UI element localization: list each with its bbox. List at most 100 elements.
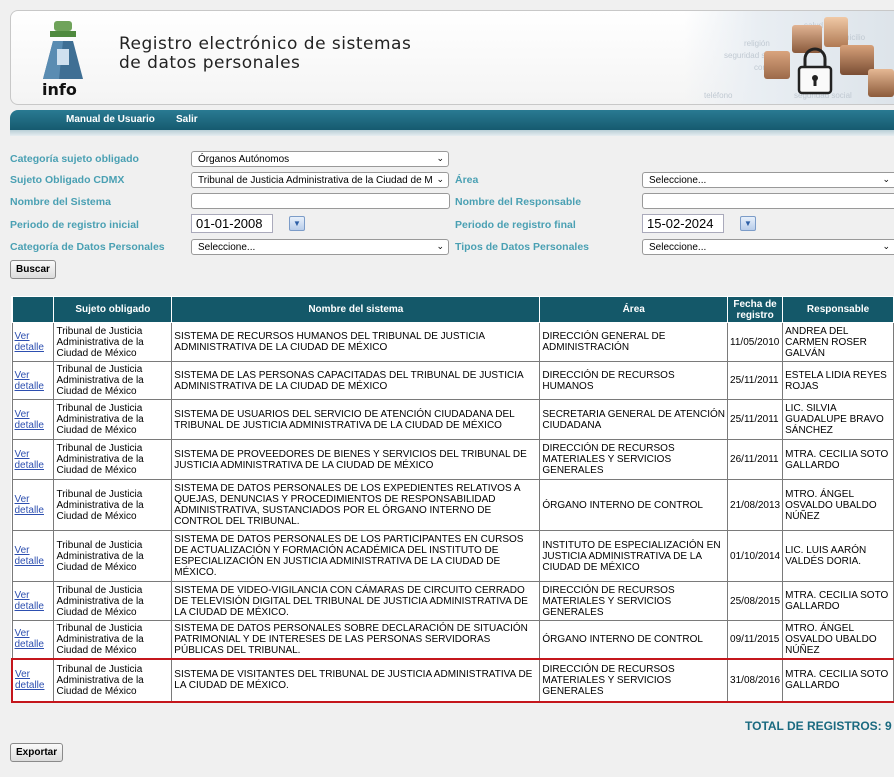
categoria-selected-value: Órganos Autónomos xyxy=(198,154,290,165)
nombre-responsable-input[interactable] xyxy=(642,193,894,209)
table-cell: SECRETARIA GENERAL DE ATENCIÓN CIUDADANA xyxy=(539,399,729,440)
ver-detalle-link[interactable]: Ver detalle xyxy=(15,331,44,353)
categoria-datos-label: Categoría de Datos Personales xyxy=(10,241,165,253)
table-cell: Tribunal de Justicia Administrativa de l… xyxy=(53,439,173,480)
chevron-down-icon: ⌄ xyxy=(436,174,444,184)
categoria-select[interactable]: Órganos Autónomos ⌄ xyxy=(191,151,449,167)
table-cell: Tribunal de Justicia Administrativa de l… xyxy=(53,657,173,703)
periodo-inicial-label: Periodo de registro inicial xyxy=(10,219,139,231)
table-cell: 21/08/2013 xyxy=(727,479,784,531)
header-banner: info Registro electrónico de sistemas de… xyxy=(10,10,894,105)
manual-usuario-link[interactable]: Manual de Usuario xyxy=(66,114,155,125)
calendar-dropdown-icon[interactable]: ▼ xyxy=(740,216,756,231)
salir-link[interactable]: Salir xyxy=(176,114,198,125)
table-cell: SISTEMA DE USUARIOS DEL SERVICIO DE ATEN… xyxy=(171,399,541,440)
table-cell: Tribunal de Justicia Administrativa de l… xyxy=(53,620,173,659)
table-cell: SISTEMA DE RECURSOS HUMANOS DEL TRIBUNAL… xyxy=(171,322,541,362)
table-cell: Ver detalle xyxy=(11,439,55,480)
nombre-sistema-input[interactable] xyxy=(191,193,450,209)
table-cell: ESTELA LIDIA REYES ROJAS xyxy=(782,361,894,400)
nombre-responsable-label: Nombre del Responsable xyxy=(455,196,582,208)
header-decoration: religión seguridad social salud domicili… xyxy=(684,11,894,104)
chevron-down-icon: ⌄ xyxy=(882,174,890,184)
periodo-final-input[interactable]: 15-02-2024 xyxy=(642,214,724,233)
person-photo xyxy=(868,69,894,97)
ver-detalle-link[interactable]: Ver detalle xyxy=(15,590,44,612)
column-header: Fecha de registro xyxy=(727,296,784,323)
sujeto-select[interactable]: Tribunal de Justicia Administrativa de l… xyxy=(191,172,449,188)
table-row: Ver detalle Tribunal de Justicia Adminis… xyxy=(11,479,894,531)
ver-detalle-link[interactable]: Ver detalle xyxy=(15,409,44,431)
tipos-datos-selected-value: Seleccione... xyxy=(649,242,707,253)
nav-bar: Manual de Usuario Salir xyxy=(10,110,894,130)
table-cell: Ver detalle xyxy=(11,322,55,362)
title-line-1: Registro electrónico de sistemas xyxy=(119,34,412,54)
table-cell: Tribunal de Justicia Administrativa de l… xyxy=(53,479,173,531)
table-cell: DIRECCIÓN DE RECURSOS MATERIALES Y SERVI… xyxy=(539,581,729,621)
table-cell: MTRO. ÁNGEL OSVALDO UBALDO NÚÑEZ xyxy=(782,479,894,531)
ver-detalle-link[interactable]: Ver detalle xyxy=(15,628,44,650)
info-logo: info xyxy=(42,21,83,99)
calendar-dropdown-icon[interactable]: ▼ xyxy=(289,216,305,231)
table-header-row: Sujeto obligado Nombre del sistema Área … xyxy=(11,296,894,323)
table-cell: SISTEMA DE LAS PERSONAS CAPACITADAS DEL … xyxy=(171,361,541,400)
table-cell: ANDREA DEL CARMEN ROSER GALVÁN xyxy=(782,322,894,362)
table-cell: SISTEMA DE DATOS PERSONALES SOBRE DECLAR… xyxy=(171,620,541,659)
table-cell: LIC. SILVIA GUADALUPE BRAVO SÁNCHEZ xyxy=(782,399,894,440)
area-select[interactable]: Seleccione... ⌄ xyxy=(642,172,894,188)
table-cell: MTRA. CECILIA SOTO GALLARDO xyxy=(782,581,894,621)
logo-text: info xyxy=(42,80,77,99)
table-cell: Ver detalle xyxy=(11,530,55,582)
total-registros: TOTAL DE REGISTROS: 9 xyxy=(745,719,892,733)
table-cell: 01/10/2014 xyxy=(727,530,784,582)
results-table: Sujeto obligado Nombre del sistema Área … xyxy=(11,296,894,703)
title-line-2: de datos personales xyxy=(119,53,301,73)
column-header: Nombre del sistema xyxy=(171,296,541,323)
table-cell: DIRECCIÓN DE RECURSOS MATERIALES Y SERVI… xyxy=(539,439,729,480)
tipos-datos-select[interactable]: Seleccione... ⌄ xyxy=(642,239,894,255)
table-cell: SISTEMA DE VISITANTES DEL TRIBUNAL DE JU… xyxy=(171,657,541,703)
table-cell: 25/11/2011 xyxy=(727,399,784,440)
column-header xyxy=(11,296,55,323)
table-cell: Tribunal de Justicia Administrativa de l… xyxy=(53,399,173,440)
periodo-inicial-input[interactable]: 01-01-2008 xyxy=(191,214,273,233)
table-cell: MTRO. ÁNGEL OSVALDO UBALDO NÚÑEZ xyxy=(782,620,894,659)
table-cell: Ver detalle xyxy=(11,581,55,621)
exportar-button[interactable]: Exportar xyxy=(10,743,64,762)
ver-detalle-link[interactable]: Ver detalle xyxy=(15,669,44,691)
table-cell: Tribunal de Justicia Administrativa de l… xyxy=(53,581,173,621)
table-row-selected: Ver detalle Tribunal de Justicia Adminis… xyxy=(11,657,894,703)
table-cell: ÓRGANO INTERNO DE CONTROL xyxy=(539,479,729,531)
periodo-final-label: Periodo de registro final xyxy=(455,219,576,231)
table-cell: DIRECCIÓN DE RECURSOS HUMANOS xyxy=(539,361,729,400)
categoria-label: Categoría sujeto obligado xyxy=(10,153,139,165)
ver-detalle-link[interactable]: Ver detalle xyxy=(15,545,44,567)
area-selected-value: Seleccione... xyxy=(649,175,707,186)
ver-detalle-link[interactable]: Ver detalle xyxy=(15,449,44,471)
table-row: Ver detalle Tribunal de Justicia Adminis… xyxy=(11,530,894,582)
table-cell: 09/11/2015 xyxy=(727,620,784,659)
table-row: Ver detalle Tribunal de Justicia Adminis… xyxy=(11,620,894,659)
table-row: Ver detalle Tribunal de Justicia Adminis… xyxy=(11,581,894,621)
table-cell: SISTEMA DE DATOS PERSONALES DE LOS EXPED… xyxy=(171,479,541,531)
ver-detalle-link[interactable]: Ver detalle xyxy=(15,494,44,516)
column-header: Sujeto obligado xyxy=(53,296,173,323)
table-cell: 25/08/2015 xyxy=(727,581,784,621)
table-row: Ver detalle Tribunal de Justicia Adminis… xyxy=(11,439,894,480)
tipos-datos-label: Tipos de Datos Personales xyxy=(455,241,590,253)
table-row: Ver detalle Tribunal de Justicia Adminis… xyxy=(11,399,894,440)
table-cell: SISTEMA DE DATOS PERSONALES DE LOS PARTI… xyxy=(171,530,541,582)
table-cell: Ver detalle xyxy=(11,361,55,400)
table-cell: 11/05/2010 xyxy=(727,322,784,362)
ver-detalle-link[interactable]: Ver detalle xyxy=(15,370,44,392)
categoria-datos-select[interactable]: Seleccione... ⌄ xyxy=(191,239,449,255)
chevron-down-icon: ⌄ xyxy=(882,241,890,251)
padlock-icon xyxy=(797,47,833,95)
column-header: Área xyxy=(539,296,729,323)
buscar-button[interactable]: Buscar xyxy=(10,260,56,279)
sujeto-label: Sujeto Obligado CDMX xyxy=(10,174,125,186)
app-title: Registro electrónico de sistemas de dato… xyxy=(119,35,411,73)
person-photo xyxy=(764,51,790,79)
table-cell: 31/08/2016 xyxy=(727,657,784,703)
table-cell: DIRECCIÓN DE RECURSOS MATERIALES Y SERVI… xyxy=(539,657,729,703)
